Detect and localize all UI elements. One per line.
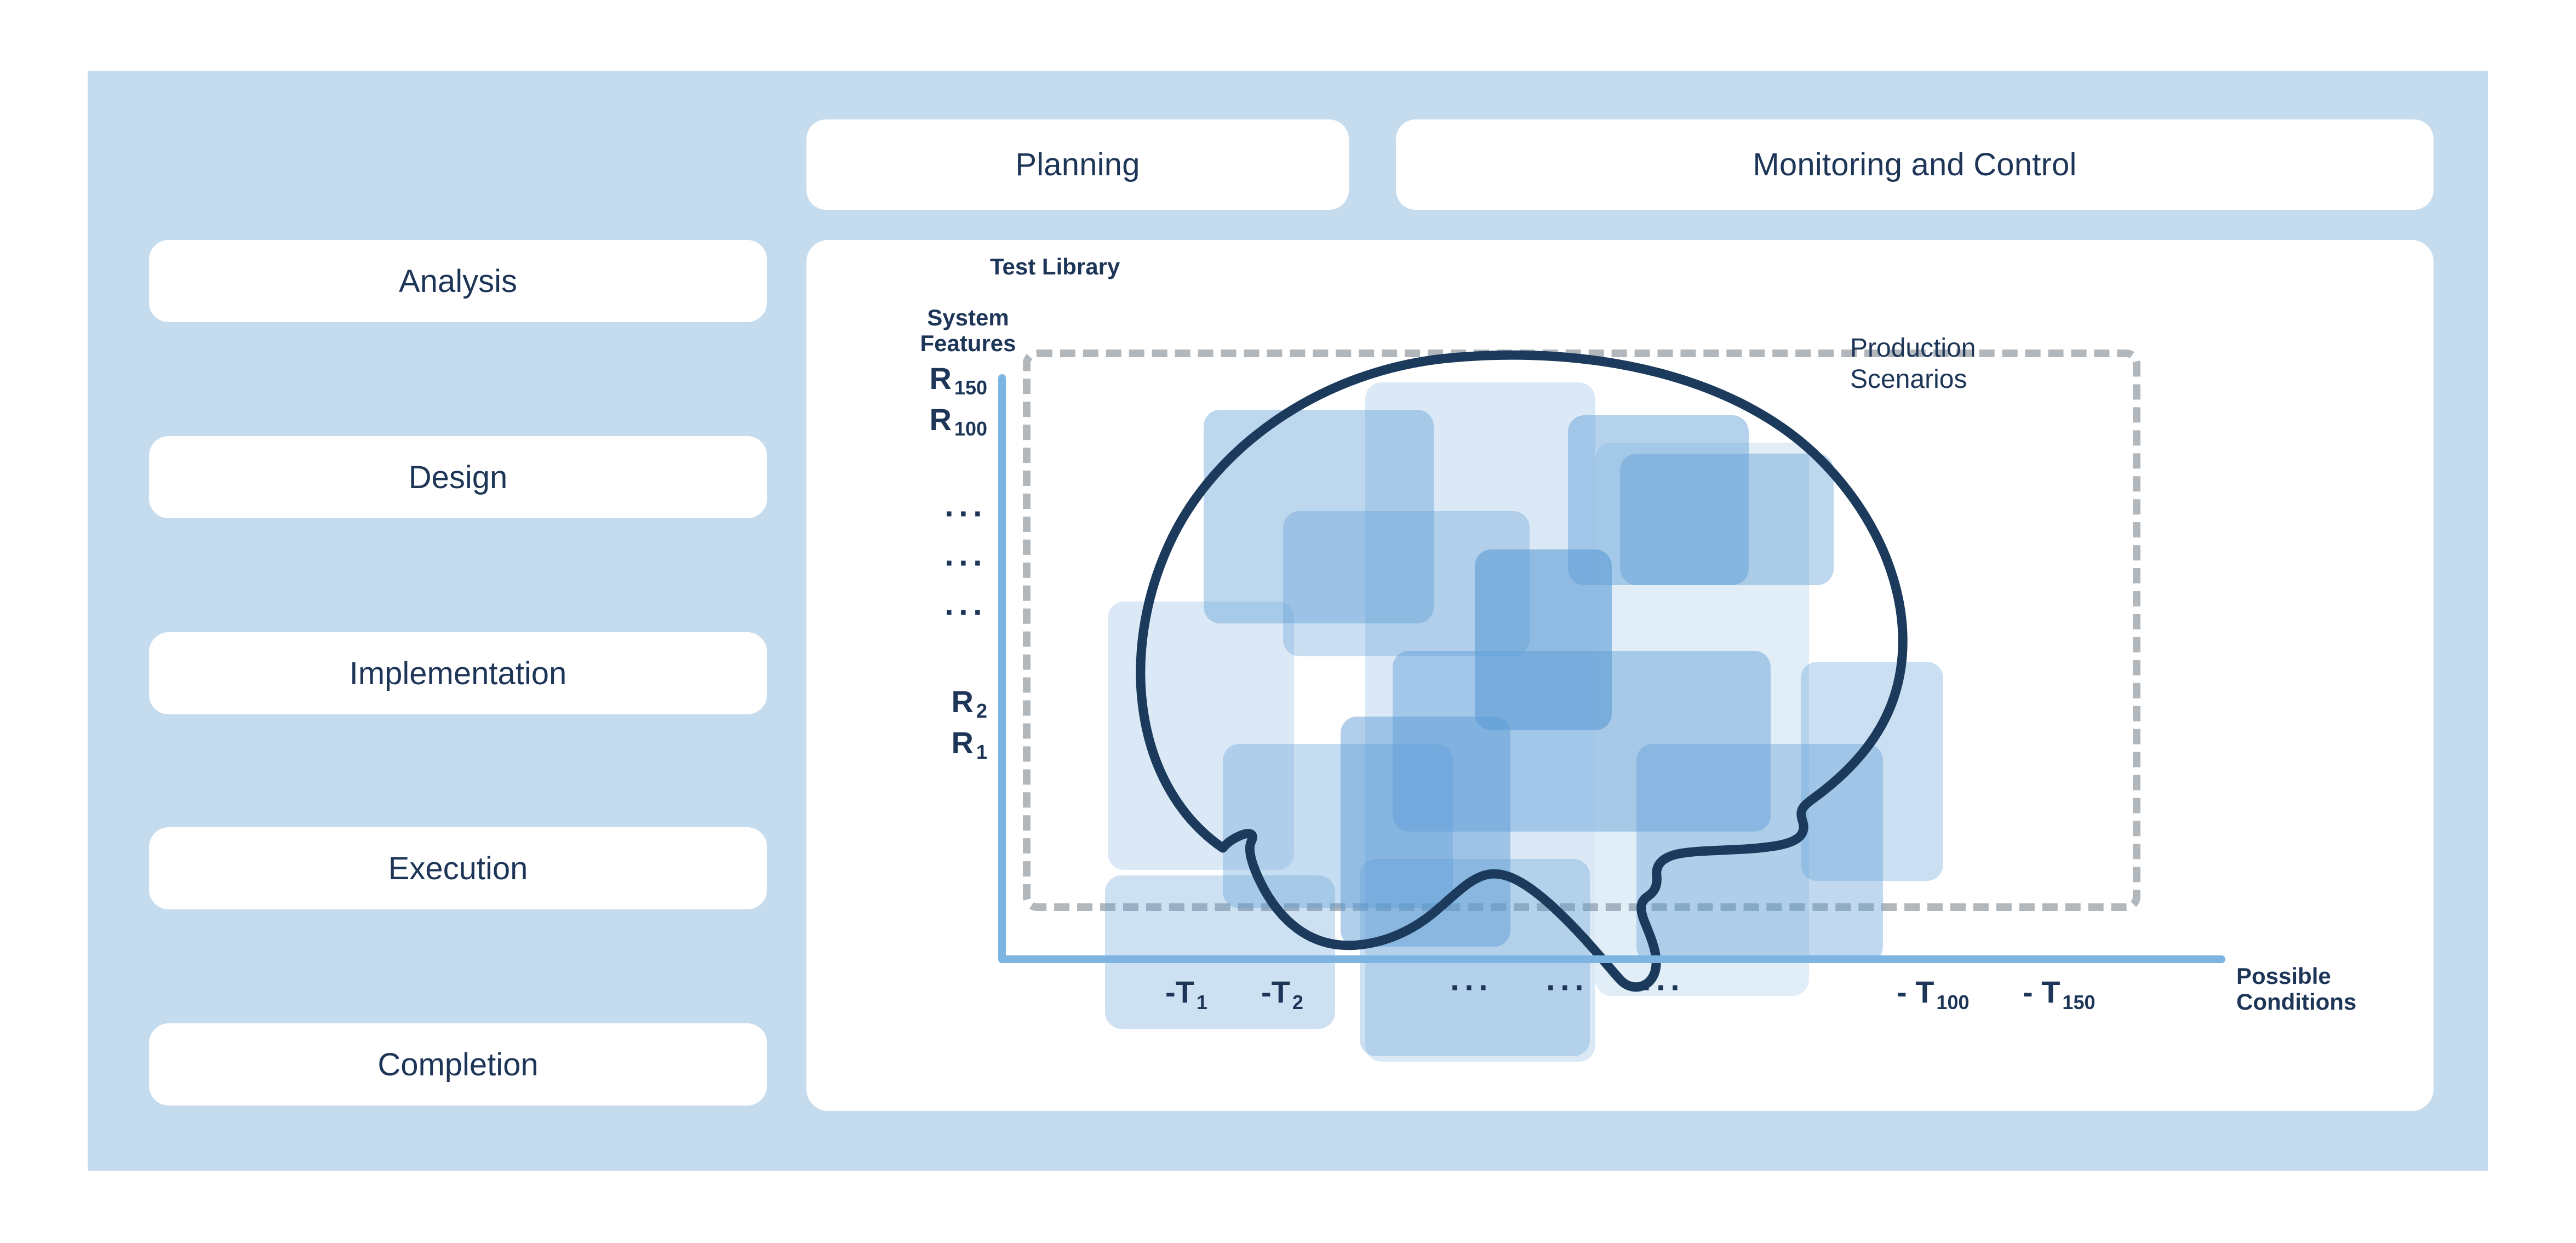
y-tick-label: R2 xyxy=(951,684,987,722)
x-axis-title-line1: Possible xyxy=(2236,963,2331,989)
x-axis-title: Possible Conditions xyxy=(2236,963,2401,1015)
y-tick-label: R 100 xyxy=(929,402,987,440)
production-scenarios-label: Production Scenarios xyxy=(1850,333,1976,395)
x-tick-label: ··· xyxy=(1642,969,1685,1006)
scatter-rect xyxy=(1801,662,1943,881)
sidebar-item-label: Analysis xyxy=(399,263,517,299)
phase-sidebar: Analysis Design Implementation Execution… xyxy=(149,240,767,1111)
y-tick-label: ··· xyxy=(944,545,987,581)
sidebar-item-implementation[interactable]: Implementation xyxy=(149,632,767,714)
test-library-chart-card: Test Library Production Scenarios System… xyxy=(806,240,2434,1111)
sidebar-item-execution[interactable]: Execution xyxy=(149,827,767,909)
x-tick-label: ··· xyxy=(1546,969,1589,1006)
x-tick-label: -T 2 xyxy=(1261,975,1303,1013)
x-axis-title-line2: Conditions xyxy=(2236,989,2357,1015)
test-library-title: Test Library xyxy=(990,254,1120,279)
x-tick-label: ··· xyxy=(1450,969,1493,1006)
sidebar-item-design[interactable]: Design xyxy=(149,436,767,518)
y-tick-label: R 150 xyxy=(929,361,987,399)
phase-tabs: Planning Monitoring and Control xyxy=(806,119,2434,210)
sidebar-item-completion[interactable]: Completion xyxy=(149,1023,767,1105)
x-tick-label: -T 1 xyxy=(1165,975,1207,1013)
tab-planning[interactable]: Planning xyxy=(806,119,1349,210)
x-tick-label: - T 150 xyxy=(2023,975,2096,1013)
y-axis-title-line1: System xyxy=(927,305,1009,330)
tab-planning-label: Planning xyxy=(1015,147,1140,182)
y-tick-label: R1 xyxy=(951,725,987,763)
diagram-root: Planning Monitoring and Control Analysis… xyxy=(0,0,2576,1243)
sidebar-item-label: Design xyxy=(408,459,508,495)
y-axis-title-line2: Features xyxy=(920,330,1016,357)
x-axis-line xyxy=(998,955,2225,963)
sidebar-item-label: Execution xyxy=(388,850,528,886)
sidebar-item-label: Completion xyxy=(377,1046,539,1082)
y-tick-label: ··· xyxy=(944,495,987,532)
production-scenarios-line2: Scenarios xyxy=(1850,364,1967,394)
sidebar-item-analysis[interactable]: Analysis xyxy=(149,240,767,322)
y-axis-line xyxy=(998,374,1006,963)
x-tick-label: - T 100 xyxy=(1897,975,1970,1013)
production-scenarios-line1: Production xyxy=(1850,334,1976,363)
tab-monitoring-label: Monitoring and Control xyxy=(1753,147,2077,182)
sidebar-item-label: Implementation xyxy=(349,655,567,691)
y-tick-label: ··· xyxy=(944,594,987,631)
tab-monitoring-and-control[interactable]: Monitoring and Control xyxy=(1396,119,2434,210)
scatter-plot: Test Library Production Scenarios System… xyxy=(806,240,2434,1111)
y-axis-title: System Features xyxy=(905,305,1031,356)
